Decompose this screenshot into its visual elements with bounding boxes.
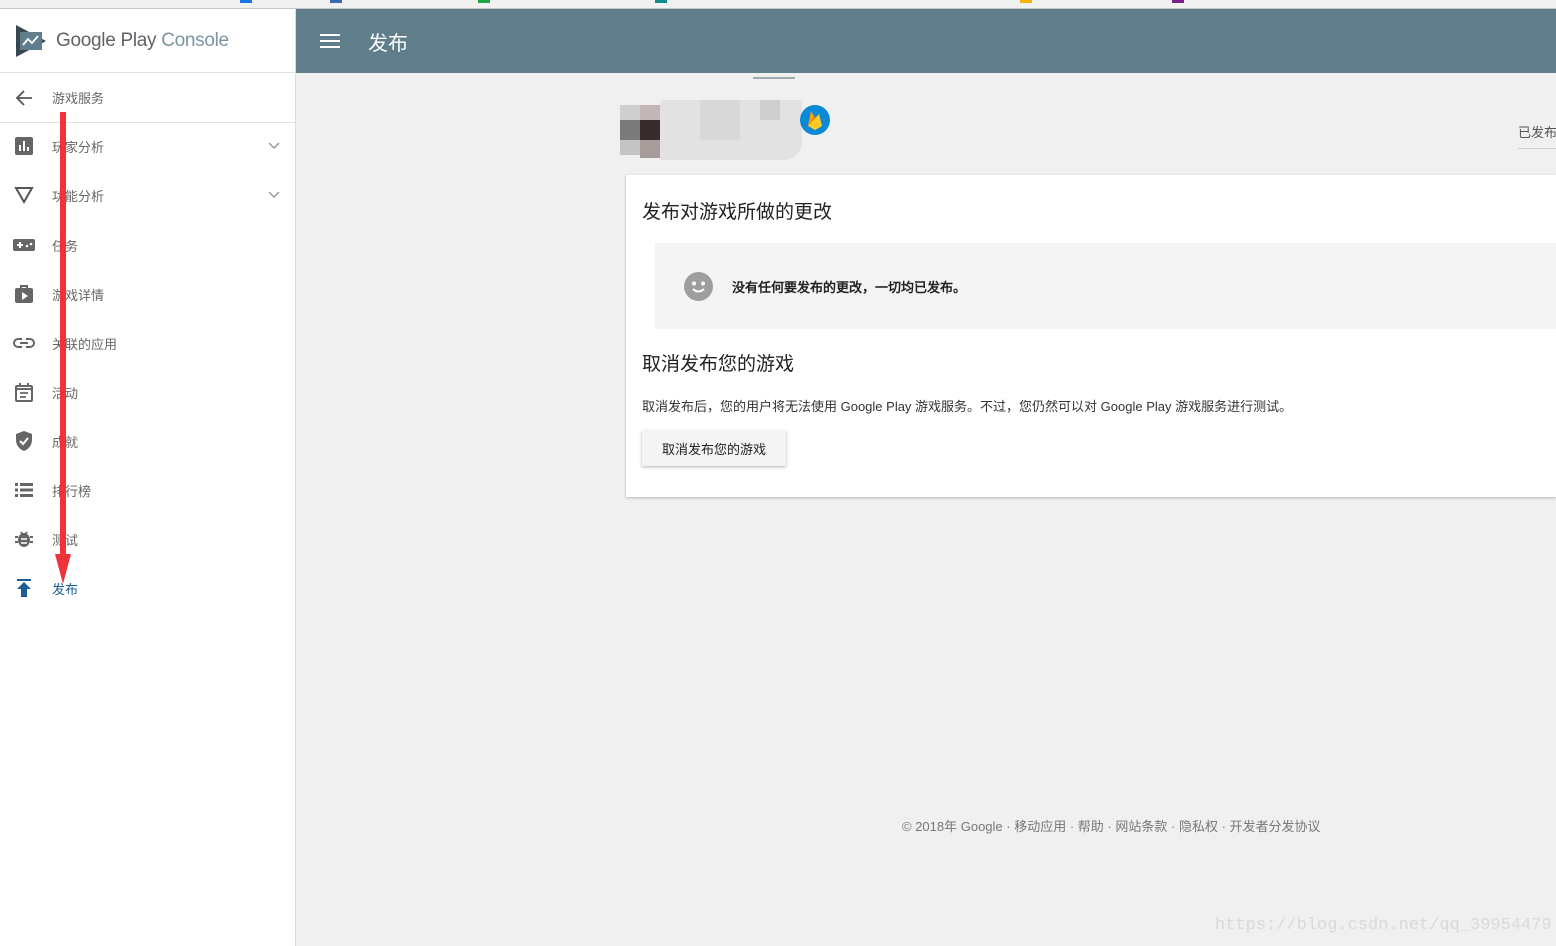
footer-separator: · [1066, 819, 1078, 834]
link-icon [13, 332, 35, 354]
bookmark-icon[interactable] [330, 0, 342, 3]
play-bag-icon [13, 283, 35, 305]
sidebar-item-testing[interactable]: 测试 [0, 519, 295, 559]
sidebar-item-label: 游戏详情 [52, 287, 105, 303]
chevron-down-icon[interactable] [267, 138, 281, 152]
bookmark-icon[interactable] [1020, 0, 1032, 3]
bookmark-icon[interactable] [240, 0, 252, 3]
footer-link-privacy[interactable]: 隐私权 [1179, 819, 1218, 834]
play-console-logo[interactable]: Google Play Console [0, 9, 295, 73]
copyright-text: © 2018年 Google [902, 819, 1003, 834]
sidebar-item-label: 测试 [52, 532, 79, 548]
footer-separator: · [1002, 819, 1015, 834]
publish-icon [13, 577, 35, 599]
sidebar-item-quests[interactable]: 任务 [0, 225, 295, 265]
play-console-logo-icon [16, 24, 46, 57]
sidebar-item-label: 关联的应用 [52, 336, 118, 352]
unpublish-description: 取消发布后，您的用户将无法使用 Google Play 游戏服务。不过，您仍然可… [642, 399, 1293, 414]
footer: © 2018年 Google · 移动应用 · 帮助 · 网站条款 · 隐私权 … [902, 816, 1321, 835]
brand-primary: Google Play [56, 29, 157, 51]
unpublish-heading: 取消发布您的游戏 [642, 354, 795, 375]
sidebar-item-player-analytics[interactable]: 玩家分析 [0, 126, 295, 166]
no-changes-notice: 没有任何要发布的更改，一切均已发布。 [655, 243, 1556, 329]
brand-secondary: Console [161, 29, 229, 51]
bar-chart-icon [13, 135, 35, 157]
sidebar: Google Play Console 游戏服务 玩家分析 功能分析 任务 游戏… [0, 9, 296, 946]
bookmark-icon[interactable] [478, 0, 490, 3]
brand-name: Google Play Console [56, 30, 229, 52]
sidebar-item-game-details[interactable]: 游戏详情 [0, 274, 295, 314]
sidebar-item-label: 活动 [52, 385, 79, 401]
bookmark-icon[interactable] [655, 0, 667, 3]
publish-status-tab[interactable]: 已发布 [1518, 122, 1556, 141]
gamepad-icon [13, 234, 35, 256]
sidebar-item-events[interactable]: 活动 [0, 372, 295, 412]
list-icon [13, 479, 35, 501]
page-title: 发布 [368, 32, 408, 55]
bookmark-icon[interactable] [1172, 0, 1184, 3]
sidebar-item-label: 功能分析 [52, 188, 105, 204]
footer-link-site-terms[interactable]: 网站条款 [1115, 819, 1167, 834]
sidebar-item-label: 玩家分析 [52, 139, 105, 155]
firebase-icon [800, 105, 830, 135]
arrow-back-icon [15, 89, 32, 106]
back-to-game-services[interactable]: 游戏服务 [0, 73, 295, 123]
sidebar-item-label: 任务 [52, 238, 79, 254]
game-icon-and-name-redacted [620, 100, 802, 160]
back-label: 游戏服务 [52, 91, 105, 106]
sidebar-item-linked-apps[interactable]: 关联的应用 [0, 323, 295, 363]
chevron-down-icon[interactable] [267, 187, 281, 201]
sidebar-item-leaderboards[interactable]: 排行榜 [0, 470, 295, 510]
top-app-bar: 发布 [296, 9, 1556, 73]
footer-separator: · [1167, 819, 1179, 834]
bug-icon [13, 528, 35, 550]
sidebar-item-achievements[interactable]: 成就 [0, 421, 295, 461]
sidebar-item-label: 成就 [52, 434, 79, 450]
sidebar-item-label: 排行榜 [52, 483, 92, 499]
footer-link-ddA[interactable]: 开发者分发协议 [1230, 819, 1321, 834]
sidebar-item-publish[interactable]: 发布 [0, 568, 295, 608]
status-tab-underline [1518, 148, 1556, 149]
publish-card: 发布对游戏所做的更改 没有任何要发布的更改，一切均已发布。 取消发布您的游戏 取… [626, 175, 1556, 497]
no-changes-text: 没有任何要发布的更改，一切均已发布。 [732, 279, 967, 295]
smiley-face-icon [684, 271, 713, 301]
sidebar-item-label: 发布 [52, 581, 79, 597]
footer-link-help[interactable]: 帮助 [1078, 819, 1104, 834]
sidebar-item-feature-analytics[interactable]: 功能分析 [0, 175, 295, 215]
publish-changes-heading: 发布对游戏所做的更改 [642, 202, 833, 223]
calendar-icon [13, 381, 35, 403]
blog-watermark: https://blog.csdn.net/qq_39954479 [1215, 916, 1552, 935]
unpublish-game-button[interactable]: 取消发布您的游戏 [642, 431, 786, 466]
browser-bookmarks-strip [0, 0, 1556, 9]
footer-separator: · [1103, 819, 1116, 834]
footer-separator: · [1217, 819, 1230, 834]
funnel-icon [13, 184, 35, 206]
tab-indicator [753, 77, 795, 79]
hamburger-menu-icon[interactable] [320, 33, 340, 49]
footer-link-mobile-apps[interactable]: 移动应用 [1014, 819, 1066, 834]
shield-check-icon [13, 430, 35, 452]
